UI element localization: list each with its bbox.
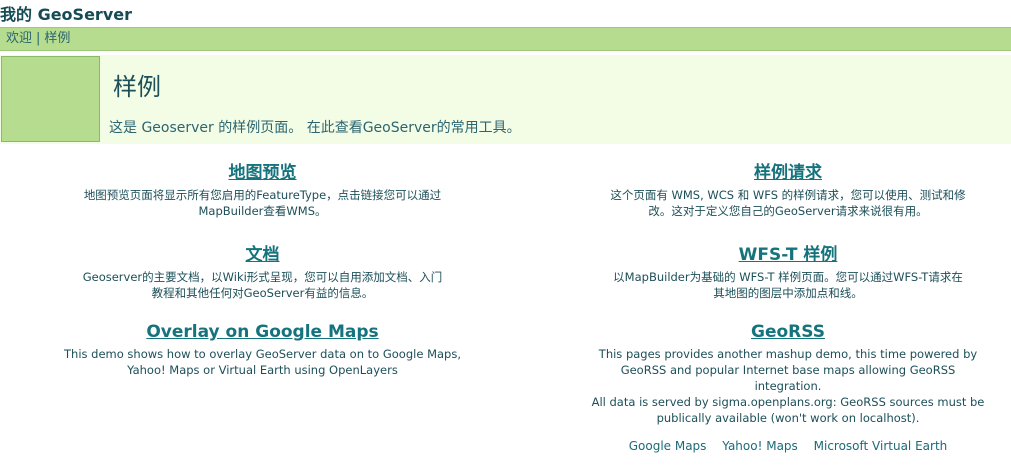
yahoo-maps-link[interactable]: Yahoo! Maps xyxy=(722,439,798,453)
card-wfs-t-samples: WFS-T 样例 以MapBuilder为基础的 WFS-T 样例页面。您可以通… xyxy=(583,240,993,301)
site-title: 我的 GeoServer xyxy=(0,5,132,24)
nav-separator: | xyxy=(36,31,41,46)
georss-description: This pages provides another mashup demo,… xyxy=(591,347,985,425)
google-maps-link[interactable]: Google Maps xyxy=(629,439,707,453)
card-sample-requests: 样例请求 这个页面有 WMS, WCS 和 WFS 的样例请求，您可以使用、测试… xyxy=(583,158,993,219)
map-preview-link[interactable]: 地图预览 xyxy=(229,158,297,183)
card-map-preview: 地图预览 地图预览页面将显示所有您启用的FeatureType，点击链接您可以通… xyxy=(55,158,470,219)
documentation-description: Geoserver的主要文档，以Wiki形式呈现，您可以自用添加文档、入门 教程和… xyxy=(82,270,443,300)
wfs-t-samples-description: 以MapBuilder为基础的 WFS-T 样例页面。您可以通过WFS-T请求在… xyxy=(613,270,963,300)
hero-section: 样例 这是 Geoserver 的样例页面。 在此查看GeoServer的常用工… xyxy=(0,55,1011,144)
wfs-t-samples-link[interactable]: WFS-T 样例 xyxy=(739,240,838,265)
page-title: 样例 xyxy=(113,73,161,101)
card-overlay-google-maps: Overlay on Google Maps This demo shows h… xyxy=(55,322,470,378)
map-preview-description: 地图预览页面将显示所有您启用的FeatureType，点击链接您可以通过 MapB… xyxy=(83,188,442,218)
overlay-google-maps-link[interactable]: Overlay on Google Maps xyxy=(146,322,378,342)
virtual-earth-link[interactable]: Microsoft Virtual Earth xyxy=(814,439,948,453)
georss-link[interactable]: GeoRSS xyxy=(751,322,825,342)
sample-requests-link[interactable]: 样例请求 xyxy=(754,158,822,183)
nav-link-welcome[interactable]: 欢迎 xyxy=(6,31,32,46)
page-description: 这是 Geoserver 的样例页面。 在此查看GeoServer的常用工具。 xyxy=(109,120,521,136)
card-georss: GeoRSS This pages provides another mashu… xyxy=(583,322,993,453)
overlay-google-maps-description: This demo shows how to overlay GeoServer… xyxy=(64,347,461,377)
nav-link-samples[interactable]: 样例 xyxy=(44,31,70,46)
documentation-link[interactable]: 文档 xyxy=(246,240,280,265)
navbar: 欢迎 | 样例 xyxy=(0,27,1011,51)
georss-map-links: Google Maps Yahoo! Maps Microsoft Virtua… xyxy=(583,439,993,453)
sample-requests-description: 这个页面有 WMS, WCS 和 WFS 的样例请求，您可以使用、测试和修 改。这… xyxy=(610,188,966,218)
logo-placeholder xyxy=(1,56,100,142)
card-documentation: 文档 Geoserver的主要文档，以Wiki形式呈现，您可以自用添加文档、入门… xyxy=(55,240,470,301)
